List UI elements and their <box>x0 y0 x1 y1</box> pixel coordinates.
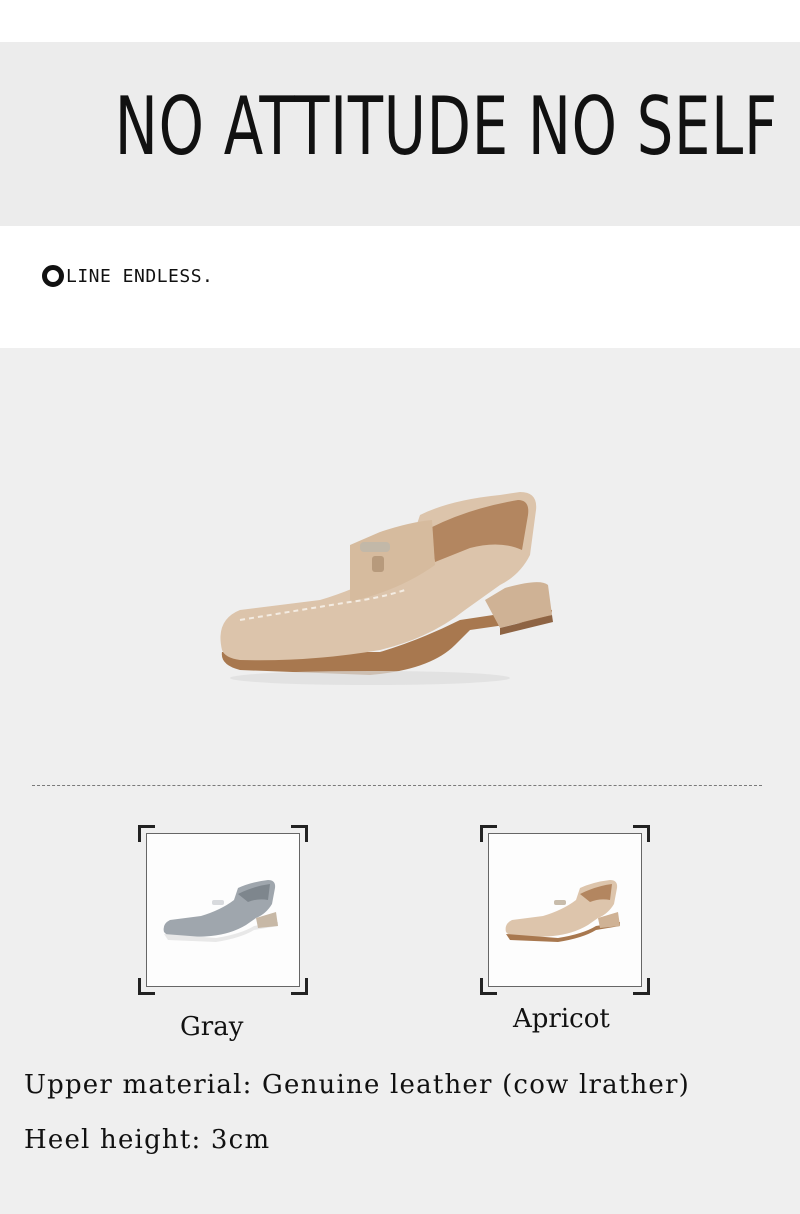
hero-shoe-image <box>220 492 553 685</box>
tagline-row: LINE ENDLESS. <box>42 262 213 290</box>
variant-gray-swatch[interactable] <box>138 825 308 995</box>
frame-corner-icon <box>480 978 497 995</box>
variant-gray-label: Gray <box>180 1012 244 1042</box>
slogan-text: NO ATTITUDE NO SELF <box>114 80 778 173</box>
tagline-text: LINE ENDLESS. <box>66 265 214 287</box>
frame-corner-icon <box>633 978 650 995</box>
dashed-divider <box>32 785 762 786</box>
frame-corner-icon <box>138 825 155 842</box>
spec-material: Upper material: Genuine leather (cow lra… <box>24 1070 690 1100</box>
frame-corner-icon <box>291 978 308 995</box>
frame-corner-icon <box>138 978 155 995</box>
ring-icon <box>42 265 64 287</box>
variant-apricot-label: Apricot <box>513 1004 610 1034</box>
frame-corner-icon <box>291 825 308 842</box>
frame-corner-icon <box>480 825 497 842</box>
gray-shoe-image <box>163 880 278 942</box>
spec-heel-height: Heel height: 3cm <box>24 1125 271 1155</box>
frame-corner-icon <box>633 825 650 842</box>
apricot-shoe-image <box>505 880 620 942</box>
variant-apricot-swatch[interactable] <box>480 825 650 995</box>
